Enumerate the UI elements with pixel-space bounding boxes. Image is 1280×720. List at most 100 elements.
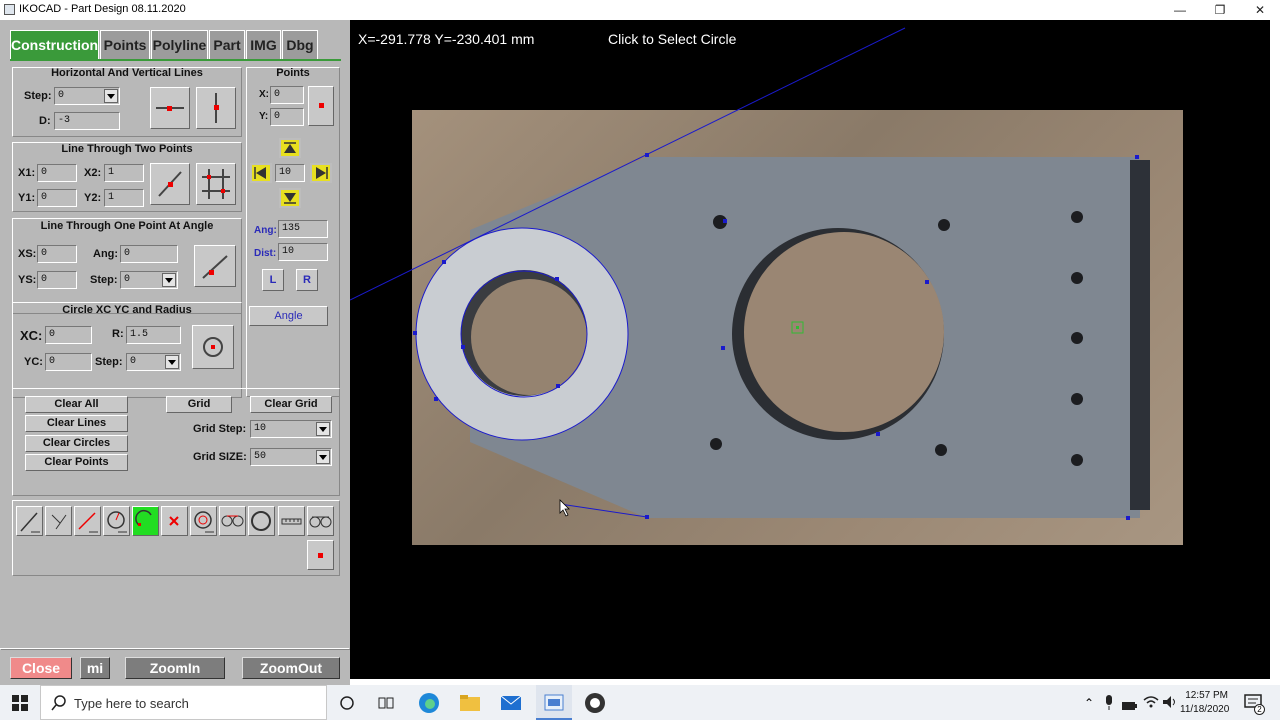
mi-button[interactable]: mi [80,657,110,679]
tool-trim[interactable] [45,506,72,536]
clear-lines-button[interactable]: Clear Lines [25,415,128,432]
vertical-line-button[interactable] [196,87,236,129]
one-point-ang-input[interactable]: 0 [120,245,178,263]
xc-input[interactable]: 0 [45,326,92,344]
clear-grid-button[interactable]: Clear Grid [250,396,332,413]
ys-input[interactable]: 0 [37,271,77,289]
y1-input[interactable]: 0 [37,189,77,207]
point-y-label: Y: [259,111,269,122]
tool-stop[interactable] [307,540,334,570]
chevron-down-icon[interactable] [316,450,330,464]
angle-line-button[interactable] [194,245,236,287]
circle-tool-icon [251,511,271,531]
battery-icon[interactable] [1122,698,1138,716]
one-point-title: Line Through One Point At Angle [40,220,214,232]
chevron-down-icon[interactable] [165,355,179,369]
radius-input[interactable]: 1.5 [126,326,181,344]
large-hole [744,232,944,432]
one-point-step-dropdown[interactable]: 0 [120,271,178,289]
move-up-button[interactable] [279,138,301,158]
edge-browser-icon[interactable] [418,692,440,719]
wifi-icon[interactable] [1143,695,1159,714]
tab-construction[interactable]: Construction [10,30,99,60]
close-button[interactable]: Close [10,657,72,679]
task-view-icon[interactable] [378,695,394,716]
y2-input[interactable]: 1 [104,189,144,207]
add-point-button[interactable] [308,86,334,126]
tab-img[interactable]: IMG [246,30,281,60]
drawing-canvas[interactable]: X=-291.778 Y=-230.401 mm Click to Select… [350,20,1270,679]
grid-step-value: 10 [254,423,267,434]
taskbar-search[interactable]: Type here to search [40,685,327,720]
tool-tangent-circles[interactable] [307,506,334,536]
tool-select-circle[interactable] [132,506,159,536]
chevron-down-icon[interactable] [316,422,330,436]
chevron-down-icon[interactable] [162,273,176,287]
clear-points-button[interactable]: Clear Points [25,454,128,471]
tab-dbg[interactable]: Dbg [282,30,318,60]
tool-measure[interactable] [278,506,305,536]
angle-button[interactable]: Angle [249,306,328,326]
microphone-icon[interactable] [1104,695,1114,716]
point-dist-input[interactable]: 10 [278,243,328,261]
hv-step-dropdown[interactable]: 0 [54,87,120,105]
volume-icon[interactable] [1162,695,1178,714]
file-explorer-icon[interactable] [459,693,481,718]
clock[interactable]: 12:57 PM 11/18/2020 [1180,690,1229,715]
point-x-input[interactable]: 0 [270,86,304,104]
obs-icon[interactable] [584,692,606,719]
ikocad-taskbar-app[interactable] [536,685,572,720]
tool-circle-pick[interactable] [103,506,130,536]
maximize-button[interactable]: ❐ [1200,0,1240,20]
clear-circles-button[interactable]: Clear Circles [25,435,128,452]
x2-input[interactable]: 1 [104,164,144,182]
point-ang-input[interactable]: 135 [278,220,328,238]
chevron-down-icon[interactable] [104,89,118,103]
x1-input[interactable]: 0 [37,164,77,182]
tool-circle[interactable] [248,506,275,536]
circle-button[interactable] [192,325,234,369]
tool-red-line[interactable] [74,506,101,536]
two-points-title: Line Through Two Points [61,143,193,155]
point-step-input[interactable]: 10 [275,164,305,182]
minimize-button[interactable]: — [1160,0,1200,20]
move-right-button[interactable] [310,163,332,183]
tab-polyline[interactable]: Polyline [151,30,208,60]
yc-input[interactable]: 0 [45,353,92,371]
move-down-button[interactable] [279,188,301,208]
right-direction-button[interactable]: R [296,269,318,291]
mail-icon[interactable] [500,693,522,718]
grid-button[interactable]: Grid [166,396,232,413]
yc-label: YC: [24,356,43,368]
ikocad-app-icon [544,694,564,711]
tool-delete[interactable] [161,506,188,536]
cortana-icon[interactable] [339,695,355,716]
tool-line[interactable] [16,506,43,536]
close-window-button[interactable]: ✕ [1240,0,1280,20]
hv-d-label: D: [39,115,51,127]
xs-input[interactable]: 0 [37,245,77,263]
tab-points[interactable]: Points [100,30,150,60]
hv-d-input[interactable]: -3 [54,112,120,130]
grid-step-label: Grid Step: [193,423,247,435]
zoom-out-button[interactable]: ZoomOut [242,657,340,679]
circle-step-dropdown[interactable]: 0 [126,353,181,371]
two-point-line-button[interactable] [150,163,190,205]
clear-all-button[interactable]: Clear All [25,396,128,413]
grid-size-dropdown[interactable]: 50 [250,448,332,466]
move-left-button[interactable] [250,163,272,183]
zoom-in-button[interactable]: ZoomIn [125,657,225,679]
windows-start-icon[interactable] [12,695,28,716]
grid-step-dropdown[interactable]: 10 [250,420,332,438]
horizontal-line-button[interactable] [150,87,190,129]
red-line-tool-icon [78,512,98,533]
crosshair-grid-button[interactable] [196,163,236,205]
tool-concentric[interactable] [190,506,217,536]
point-y-input[interactable]: 0 [270,108,304,126]
hv-step-value: 0 [58,90,65,101]
left-direction-button[interactable]: L [262,269,284,291]
taskbar: Type here to search ⌃ 12:57 PM 11/18/202… [0,685,1280,720]
tool-two-circles[interactable] [219,506,246,536]
chevron-up-icon[interactable]: ⌃ [1084,696,1094,710]
tab-part[interactable]: Part [209,30,245,60]
